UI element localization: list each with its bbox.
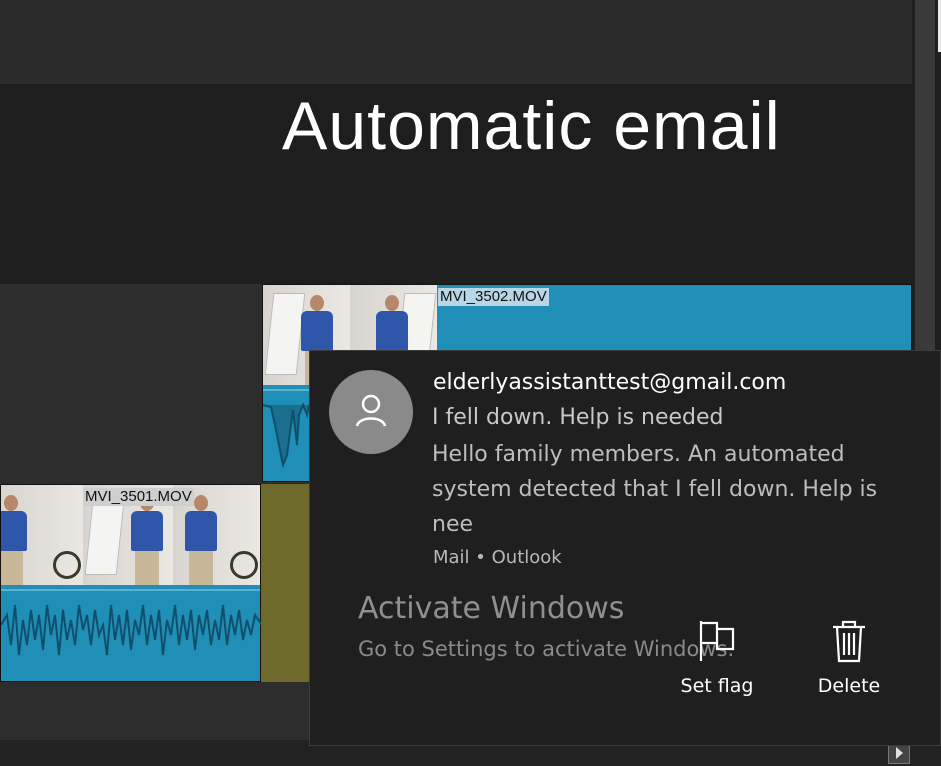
top-toolbar-area [0,0,912,84]
delete-button[interactable]: Delete [794,619,904,699]
slide-title: Automatic email [282,88,781,164]
clip-label: MVI_3502.MOV [438,288,549,306]
notification-body: Hello family members. An automated syste… [432,442,878,537]
clip-label: MVI_3501.MOV [83,488,194,506]
audio-waveform [1,585,262,681]
sender-avatar [329,370,413,454]
delete-label: Delete [817,675,881,697]
set-flag-button[interactable]: Set flag [662,619,772,699]
person-icon [351,390,391,434]
activate-windows-title: Activate Windows [358,591,625,626]
clip-thumbnail [1,485,83,585]
notification-subject: I fell down. Help is needed [432,405,724,430]
scrollbar-thumb[interactable] [915,0,935,350]
timeline-gap [261,484,311,682]
trash-icon [794,619,904,667]
timeline-clip-mvi-3501[interactable]: MVI_3501.MOV [0,484,262,682]
notification-sender: elderlyassistanttest@gmail.com [433,370,787,395]
audio-track-line [1,589,260,591]
set-flag-label: Set flag [680,675,754,697]
vertical-scrollbar[interactable] [912,0,941,350]
notification-attribution: Mail • Outlook [433,547,562,568]
chevron-right-icon [889,743,909,763]
mail-notification-toast[interactable]: elderlyassistanttest@gmail.com I fell do… [309,350,941,746]
flag-icon [662,619,772,667]
